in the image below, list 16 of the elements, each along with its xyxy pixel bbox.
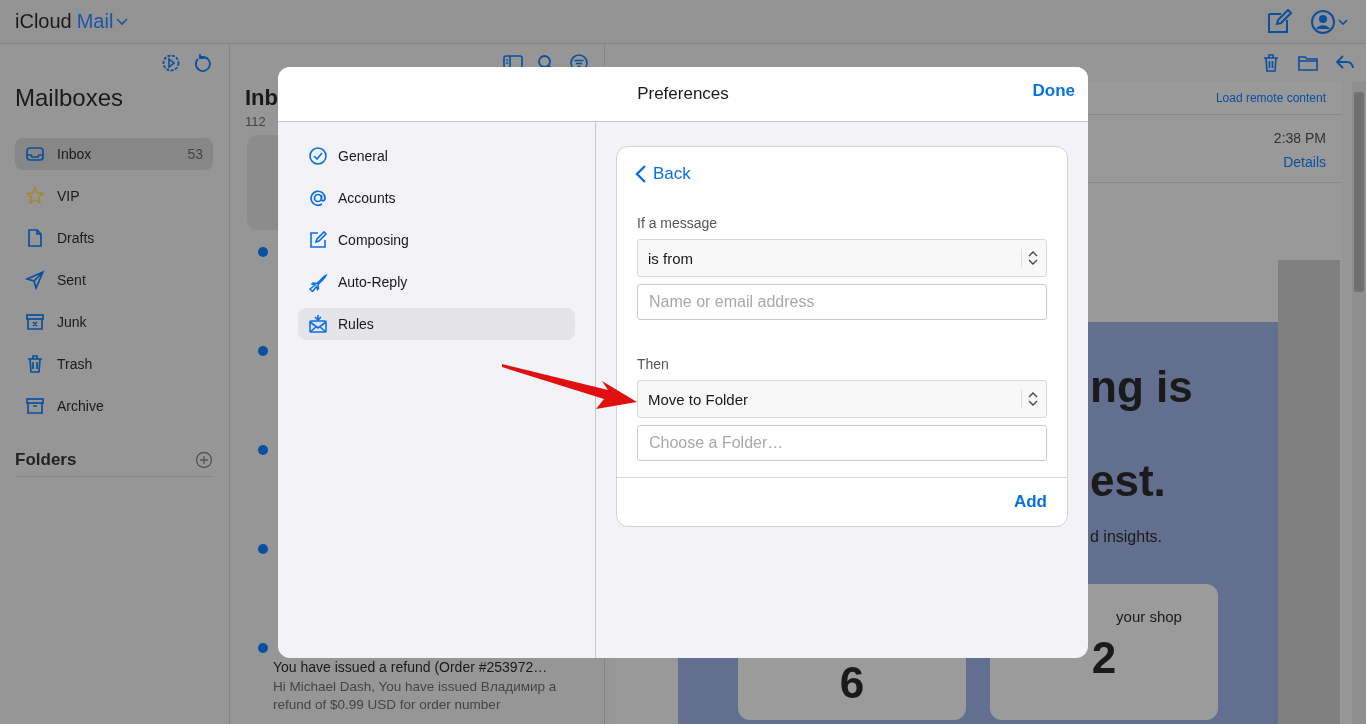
dialog-title: Preferences: [637, 84, 729, 104]
message-preview: Hi Michael Dash, You have issued Владимир a refund of $0.99 USD for order number: [273, 678, 558, 714]
condition-label: If a message: [637, 215, 719, 231]
action-label: Then: [637, 356, 670, 372]
message-time: 2:38 PM: [1273, 130, 1326, 146]
email-headline: ng is: [1090, 362, 1194, 412]
inbox-heading: Inb: [245, 85, 279, 111]
email-subline: d insights.: [1090, 528, 1164, 546]
folders-heading: Folders: [15, 450, 77, 470]
mailboxes-heading: Mailboxes: [15, 84, 125, 113]
stat-value: 2: [1091, 633, 1117, 683]
email-headline: est.: [1090, 456, 1167, 506]
message-subject: You have issued a refund (Order #253972…: [273, 659, 549, 675]
message-count: 112: [245, 114, 267, 129]
stat-label: your shop: [1116, 608, 1182, 625]
stat-value: 6: [839, 658, 865, 708]
